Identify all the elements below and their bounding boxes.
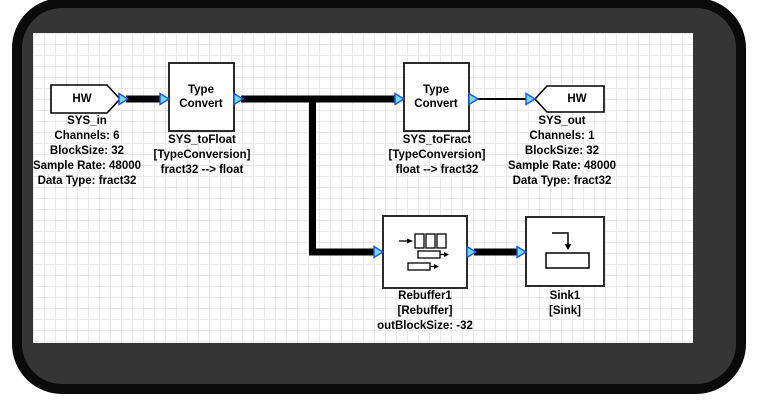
port-tofract-output-icon[interactable] bbox=[469, 94, 478, 105]
label-rebuffer1-type: [Rebuffer] bbox=[377, 304, 473, 319]
port-sys-out-input-icon[interactable] bbox=[526, 94, 535, 105]
block-sys-out-title: HW bbox=[567, 92, 586, 106]
label-sys-tofract-detail: float --> fract32 bbox=[389, 163, 486, 178]
block-rebuffer1-shape[interactable] bbox=[383, 216, 467, 288]
port-rebuffer-input-icon[interactable] bbox=[374, 247, 383, 258]
label-sys-in-prop: Data Type: fract32 bbox=[33, 174, 141, 189]
label-sys-out: SYS_out Channels: 1 BlockSize: 32 Sample… bbox=[508, 114, 616, 189]
block-sys-tofract-title: Type Convert bbox=[414, 83, 457, 111]
block-sys-in-title: HW bbox=[72, 92, 91, 106]
label-sys-tofract: SYS_toFract [TypeConversion] float --> f… bbox=[389, 133, 486, 178]
port-sink-input-icon[interactable] bbox=[517, 247, 526, 258]
label-sys-out-prop: Data Type: fract32 bbox=[508, 174, 616, 189]
label-sys-out-name: SYS_out bbox=[508, 114, 616, 129]
label-sys-in-name: SYS_in bbox=[33, 114, 141, 129]
page-background: HW HW Type Convert Type Convert SYS_in C… bbox=[0, 0, 758, 410]
wire-sysin-to-tofloat[interactable] bbox=[126, 96, 162, 103]
label-sink1-type: [Sink] bbox=[549, 304, 581, 319]
label-sys-tofloat: SYS_toFloat [TypeConversion] fract32 -->… bbox=[154, 133, 251, 178]
label-sink1-name: Sink1 bbox=[549, 289, 581, 304]
block-sys-tofloat-title: Type Convert bbox=[179, 83, 222, 111]
wire-tofloat-to-tofract[interactable] bbox=[241, 96, 397, 103]
label-sys-tofloat-detail: fract32 --> float bbox=[154, 163, 251, 178]
label-sys-in-prop: BlockSize: 32 bbox=[33, 144, 141, 159]
port-tofloat-input-icon[interactable] bbox=[160, 94, 169, 105]
port-sys-in-output-icon[interactable] bbox=[119, 94, 128, 105]
label-sys-tofract-name: SYS_toFract bbox=[389, 133, 486, 148]
wire-branch-vertical[interactable] bbox=[309, 96, 316, 256]
label-sys-out-prop: Channels: 1 bbox=[508, 129, 616, 144]
label-rebuffer1: Rebuffer1 [Rebuffer] outBlockSize: -32 bbox=[377, 289, 473, 334]
diagram-canvas: HW HW Type Convert Type Convert SYS_in C… bbox=[33, 33, 693, 343]
label-sys-in: SYS_in Channels: 6 BlockSize: 32 Sample … bbox=[33, 114, 141, 189]
port-tofract-input-icon[interactable] bbox=[395, 94, 404, 105]
label-sys-tofloat-name: SYS_toFloat bbox=[154, 133, 251, 148]
label-sys-tofract-type: [TypeConversion] bbox=[389, 148, 486, 163]
block-sink1-shape[interactable] bbox=[526, 217, 604, 286]
port-tofloat-output-icon[interactable] bbox=[234, 94, 243, 105]
label-sys-out-prop: Sample Rate: 48000 bbox=[508, 159, 616, 174]
wire-rebuffer-to-sink[interactable] bbox=[474, 249, 518, 256]
label-rebuffer1-detail: outBlockSize: -32 bbox=[377, 319, 473, 334]
label-sys-in-prop: Sample Rate: 48000 bbox=[33, 159, 141, 174]
label-sys-out-prop: BlockSize: 32 bbox=[508, 144, 616, 159]
label-sys-in-prop: Channels: 6 bbox=[33, 129, 141, 144]
port-rebuffer-output-icon[interactable] bbox=[467, 247, 476, 258]
label-sys-tofloat-type: [TypeConversion] bbox=[154, 148, 251, 163]
wire-branch-to-rebuffer[interactable] bbox=[309, 249, 375, 256]
label-sink1: Sink1 [Sink] bbox=[549, 289, 581, 319]
label-rebuffer1-name: Rebuffer1 bbox=[377, 289, 473, 304]
wire-tofract-to-sysout-thin[interactable] bbox=[477, 98, 527, 100]
